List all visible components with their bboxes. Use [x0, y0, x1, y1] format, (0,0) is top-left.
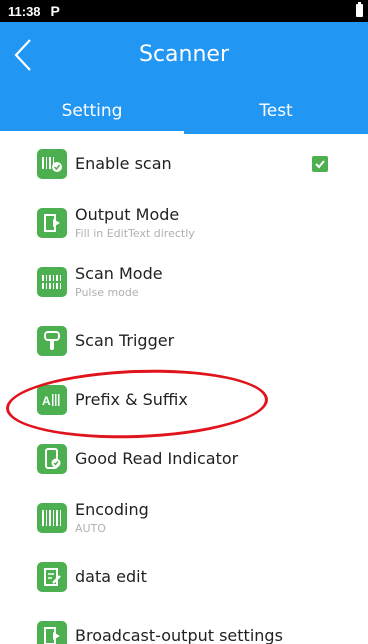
- tab-test[interactable]: Test: [184, 88, 368, 134]
- enable-scan-checkbox[interactable]: [312, 155, 328, 172]
- page-title: Scanner: [138, 42, 229, 67]
- broadcast-icon: [37, 620, 67, 644]
- good-read-icon: [37, 443, 67, 474]
- setting-title: Broadcast-output settings: [75, 626, 283, 644]
- setting-subtitle: Fill in EditText directly: [75, 227, 195, 240]
- hand-trigger-icon: [37, 325, 67, 356]
- setting-output-mode[interactable]: Output Mode Fill in EditText directly: [0, 193, 368, 252]
- status-time: 11:38: [8, 3, 41, 19]
- setting-enable-scan[interactable]: Enable scan: [0, 134, 368, 193]
- app-bar: Scanner: [0, 22, 368, 88]
- setting-title: data edit: [75, 567, 147, 586]
- setting-title: Enable scan: [75, 154, 172, 173]
- setting-title: Scan Mode: [75, 264, 163, 283]
- output-arrow-icon: [37, 207, 67, 238]
- setting-scan-trigger[interactable]: Scan Trigger: [0, 311, 368, 370]
- barcode-check-icon: [37, 148, 67, 179]
- notification-p-icon: P: [50, 3, 60, 19]
- tab-bar: Setting Test: [0, 88, 368, 134]
- setting-title: Output Mode: [75, 205, 180, 224]
- setting-subtitle: Pulse mode: [75, 286, 139, 299]
- setting-scan-mode[interactable]: Scan Mode Pulse mode: [0, 252, 368, 311]
- status-bar: 11:38 P: [0, 0, 368, 22]
- setting-encoding[interactable]: Encoding AUTO: [0, 488, 368, 547]
- setting-broadcast-output[interactable]: Broadcast-output settings: [0, 606, 368, 644]
- encoding-icon: [37, 502, 67, 533]
- tab-setting[interactable]: Setting: [0, 88, 184, 134]
- data-edit-icon: [37, 561, 67, 592]
- setting-subtitle: AUTO: [75, 522, 106, 535]
- battery-icon: [356, 2, 363, 17]
- setting-data-edit[interactable]: data edit: [0, 547, 368, 606]
- setting-title: Scan Trigger: [75, 331, 175, 350]
- setting-title: Encoding: [75, 500, 149, 519]
- setting-title: Good Read Indicator: [75, 449, 239, 468]
- setting-good-read-indicator[interactable]: Good Read Indicator: [0, 429, 368, 488]
- scan-mode-icon: [37, 266, 67, 297]
